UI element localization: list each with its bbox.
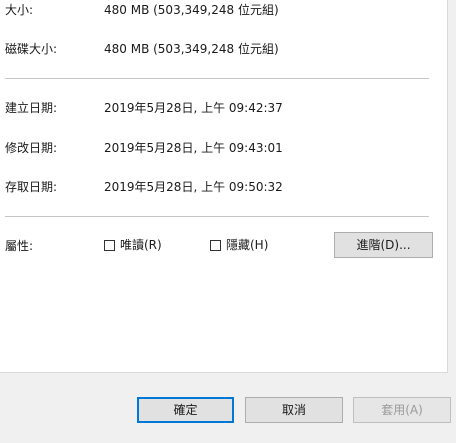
cancel-button[interactable]: 取消 xyxy=(245,397,343,423)
modified-value: 2019年5月28日, 上午 09:43:01 xyxy=(104,141,283,155)
readonly-checkbox[interactable]: 唯讀(R) xyxy=(104,236,162,254)
readonly-checkbox-box[interactable] xyxy=(104,239,115,251)
ok-button[interactable]: 確定 xyxy=(137,397,234,423)
advanced-button[interactable]: 進階(D)... xyxy=(334,232,433,258)
accessed-value: 2019年5月28日, 上午 09:50:32 xyxy=(104,180,283,194)
created-value: 2019年5月28日, 上午 09:42:37 xyxy=(104,101,283,115)
apply-button[interactable]: 套用(A) xyxy=(353,397,451,423)
size-on-disk-value: 480 MB (503,349,248 位元組) xyxy=(104,42,279,56)
hidden-checkbox[interactable]: 隱藏(H) xyxy=(210,236,268,254)
created-label: 建立日期: xyxy=(5,101,58,115)
hidden-checkbox-label: 隱藏(H) xyxy=(226,238,269,252)
size-value: 480 MB (503,349,248 位元組) xyxy=(104,3,279,17)
general-properties-panel: 大小: 480 MB (503,349,248 位元組) 磁碟大小: 480 M… xyxy=(0,0,448,373)
separator xyxy=(5,216,429,217)
accessed-label: 存取日期: xyxy=(5,180,58,194)
size-label: 大小: xyxy=(5,3,34,17)
readonly-checkbox-label: 唯讀(R) xyxy=(120,238,162,252)
modified-label: 修改日期: xyxy=(5,141,58,155)
size-on-disk-label: 磁碟大小: xyxy=(5,42,58,56)
hidden-checkbox-box[interactable] xyxy=(210,239,221,251)
separator xyxy=(5,78,429,79)
attributes-label: 屬性: xyxy=(5,239,34,253)
